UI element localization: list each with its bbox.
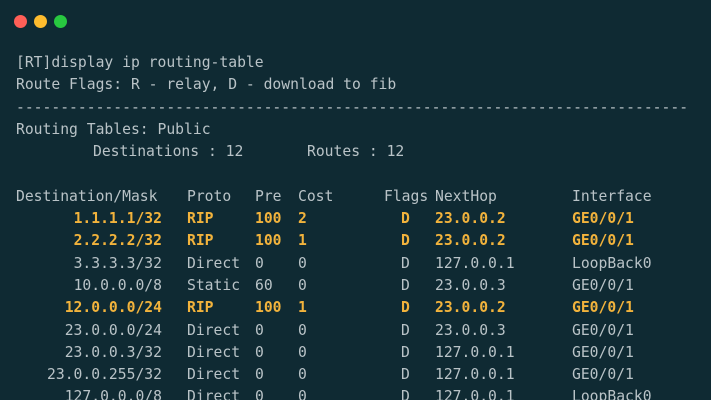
cell-preference: 0 [255, 388, 264, 400]
cell-destination: 12.0.0.0/24 [64, 299, 162, 317]
table-row: 12.0.0.0/24 RIP 100 1 D 23.0.0.2 GE0/0/1 [16, 297, 711, 319]
cell-proto: Direct [187, 366, 241, 384]
cell-preference: 0 [255, 366, 264, 384]
cell-preference: 0 [255, 254, 264, 272]
cell-proto: RIP [187, 210, 214, 228]
cell-flags: D [401, 321, 410, 339]
cell-flags: D [401, 366, 410, 384]
cell-nexthop: 127.0.0.1 [435, 254, 515, 272]
route-flags-line: Route Flags: R - relay, D - download to … [16, 76, 397, 94]
cell-flags: D [401, 388, 410, 400]
cell-interface: LoopBack0 [572, 388, 652, 400]
cell-cost: 1 [298, 232, 307, 250]
cell-preference: 0 [255, 343, 264, 361]
cell-interface: GE0/0/1 [572, 299, 634, 317]
cell-destination: 23.0.0.0/24 [64, 321, 162, 339]
cell-proto: Static [187, 276, 241, 294]
cell-proto: Direct [187, 321, 241, 339]
destinations-count: Destinations : 12 [93, 143, 244, 161]
cell-interface: LoopBack0 [572, 254, 652, 272]
cell-destination: 10.0.0.0/8 [73, 276, 162, 294]
table-row: 23.0.0.0/24 Direct 0 0 D 23.0.0.3 GE0/0/1 [16, 320, 711, 342]
table-row: 3.3.3.3/32 Direct 0 0 D 127.0.0.1 LoopBack0 [16, 253, 711, 275]
cell-cost: 1 [298, 299, 307, 317]
header-flags: Flags [384, 187, 429, 205]
cell-interface: GE0/0/1 [572, 276, 634, 294]
cell-preference: 100 [255, 299, 282, 317]
cell-interface: GE0/0/1 [572, 210, 634, 228]
cell-destination: 23.0.0.3/32 [64, 343, 162, 361]
cell-flags: D [401, 232, 410, 250]
table-row: 10.0.0.0/8 Static 60 0 D 23.0.0.3 GE0/0/1 [16, 275, 711, 297]
cell-interface: GE0/0/1 [572, 321, 634, 339]
cell-flags: D [401, 210, 410, 228]
cell-destination: 23.0.0.255/32 [47, 366, 162, 384]
close-button[interactable] [14, 15, 27, 28]
cell-cost: 0 [298, 276, 307, 294]
maximize-button[interactable] [54, 15, 67, 28]
cell-destination: 127.0.0.0/8 [64, 388, 162, 400]
table-row: 2.2.2.2/32 RIP 100 1 D 23.0.0.2 GE0/0/1 [16, 230, 711, 252]
cell-flags: D [401, 299, 410, 317]
terminal-window: [RT]display ip routing-table Route Flags… [0, 0, 711, 400]
header-interface: Interface [572, 187, 652, 205]
cell-cost: 0 [298, 343, 307, 361]
header-proto: Proto [187, 187, 232, 205]
cell-proto: Direct [187, 343, 241, 361]
cell-cost: 0 [298, 388, 307, 400]
cell-nexthop: 23.0.0.2 [435, 299, 506, 317]
table-header: Destination/Mask Proto Pre Cost Flags Ne… [16, 186, 711, 208]
cell-nexthop: 127.0.0.1 [435, 388, 515, 400]
cell-nexthop: 23.0.0.3 [435, 276, 506, 294]
cell-destination: 3.3.3.3/32 [73, 254, 162, 272]
separator: ----------------------------------------… [16, 98, 686, 116]
cell-preference: 0 [255, 321, 264, 339]
command-line: [RT]display ip routing-table [16, 54, 264, 71]
cell-destination: 1.1.1.1/32 [73, 210, 162, 228]
cell-cost: 0 [298, 321, 307, 339]
table-row: 1.1.1.1/32 RIP 100 2 D 23.0.0.2 GE0/0/1 [16, 208, 711, 230]
header-nexthop: NextHop [435, 187, 497, 205]
route-table: 1.1.1.1/32 RIP 100 2 D 23.0.0.2 GE0/0/1 2.2.2.2… [16, 208, 711, 400]
cell-preference: 100 [255, 210, 282, 228]
routes-count: Routes : 12 [307, 143, 405, 161]
table-row: 23.0.0.255/32 Direct 0 0 D 127.0.0.1 GE0/0/1 [16, 364, 711, 386]
cell-preference: 60 [255, 276, 273, 294]
minimize-button[interactable] [34, 15, 47, 28]
cell-cost: 2 [298, 210, 307, 228]
table-title: Routing Tables: Public [16, 120, 211, 138]
cell-flags: D [401, 276, 410, 294]
cell-flags: D [401, 254, 410, 272]
cell-nexthop: 23.0.0.2 [435, 210, 506, 228]
separator-line: ----------------------------------------… [16, 97, 711, 119]
cell-proto: Direct [187, 388, 241, 400]
table-row: 23.0.0.3/32 Direct 0 0 D 127.0.0.1 GE0/0/1 [16, 342, 711, 364]
cell-interface: GE0/0/1 [572, 232, 634, 250]
header-pre: Pre [255, 187, 282, 205]
cell-flags: D [401, 343, 410, 361]
cell-nexthop: 127.0.0.1 [435, 343, 515, 361]
header-destination: Destination/Mask [16, 187, 158, 205]
cell-nexthop: 23.0.0.3 [435, 321, 506, 339]
cell-proto: RIP [187, 232, 214, 250]
cell-nexthop: 23.0.0.2 [435, 232, 506, 250]
cell-proto: RIP [187, 299, 214, 317]
table-row: 127.0.0.0/8 Direct 0 0 D 127.0.0.1 LoopBack0 [16, 386, 711, 400]
header-cost: Cost [298, 187, 334, 205]
summary-line: Destinations : 12 Routes : 12 [16, 141, 711, 163]
cell-nexthop: 127.0.0.1 [435, 366, 515, 384]
cell-interface: GE0/0/1 [572, 343, 634, 361]
cell-proto: Direct [187, 254, 241, 272]
cell-cost: 0 [298, 254, 307, 272]
cell-cost: 0 [298, 366, 307, 384]
cell-destination: 2.2.2.2/32 [73, 232, 162, 250]
terminal-output[interactable]: [RT]display ip routing-table Route Flags… [16, 52, 711, 400]
cell-interface: GE0/0/1 [572, 366, 634, 384]
cell-preference: 100 [255, 232, 282, 250]
